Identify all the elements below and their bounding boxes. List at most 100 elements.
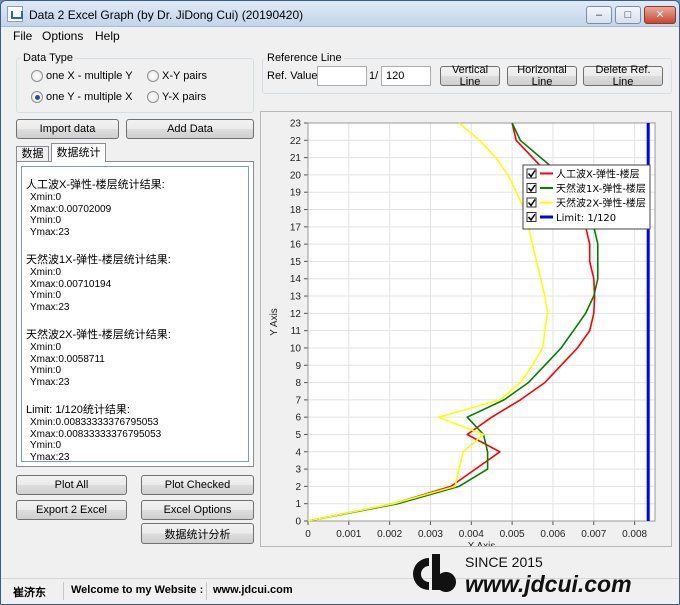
x-tick-label: 0.008 xyxy=(622,529,647,540)
tab-data[interactable]: 数据 xyxy=(16,146,49,162)
legend-label: 天然波1X-弹性-楼层 xyxy=(556,182,646,195)
x-tick-label: 0.002 xyxy=(377,529,402,540)
y-axis-label: Y Axis xyxy=(269,308,280,336)
y-tick-label: 18 xyxy=(290,205,302,216)
stat-line: Xmin:0 xyxy=(30,342,62,353)
status-separator xyxy=(63,582,64,600)
watermark-since: SINCE 2015 xyxy=(465,554,543,570)
menu-help[interactable]: Help xyxy=(95,29,120,43)
tab-panel: 人工波X-弹性-楼层统计结果: Xmin:0 Xmax:0.00702009 Y… xyxy=(16,161,254,467)
chart-panel: 0 1 2 3 4 5 6 7 8 9 10 11 12 13 14 15 16 17 18 19 20 21 22 23 0 0… xyxy=(260,111,672,552)
plot-all-button[interactable]: Plot All xyxy=(16,475,127,495)
legend-label: 天然波2X-弹性-楼层 xyxy=(556,197,646,210)
radio-label: Y-X pairs xyxy=(162,91,207,103)
minimize-button[interactable]: – xyxy=(586,6,612,24)
delete-ref-line-button[interactable]: Delete Ref. Line xyxy=(583,64,663,88)
stats-textbox[interactable]: 人工波X-弹性-楼层统计结果: Xmin:0 Xmax:0.00702009 Y… xyxy=(21,166,249,462)
cd-logo-mark xyxy=(413,554,456,592)
maximize-button[interactable]: □ xyxy=(615,6,641,24)
radio-y-x-pairs[interactable]: Y-X pairs xyxy=(147,91,206,103)
export-excel-button[interactable]: Export 2 Excel xyxy=(16,500,127,520)
stat-line: Xmax:0.0058711 xyxy=(30,353,105,365)
y-tick-label: 13 xyxy=(290,292,302,303)
y-tick-label: 21 xyxy=(290,153,302,164)
horizontal-line-button[interactable]: Horizontal Line xyxy=(507,64,577,88)
x-axis-label: X Axis xyxy=(468,541,496,546)
ratio-prefix: 1/ xyxy=(369,70,379,82)
radio-dot[interactable] xyxy=(31,70,43,82)
radio-dot[interactable] xyxy=(147,91,159,103)
y-tick-label: 8 xyxy=(295,378,301,389)
x-tick-label: 0.004 xyxy=(459,529,484,540)
y-tick-label: 3 xyxy=(295,465,301,476)
status-website-link[interactable]: www.jdcui.com xyxy=(213,584,293,596)
y-tick-label: 9 xyxy=(295,361,301,372)
x-tick-label: 0 xyxy=(305,529,311,540)
stat-line: Ymax:23 xyxy=(30,376,70,388)
menu-file[interactable]: File xyxy=(13,29,32,43)
status-author: 崔济东 xyxy=(13,587,46,599)
radio-one-x-multiple-y[interactable]: one X - multiple Y xyxy=(31,70,133,82)
x-tick-label: 0.007 xyxy=(581,529,606,540)
stat-line: Ymax:23 xyxy=(30,301,70,313)
y-tick-label: 19 xyxy=(290,188,302,199)
stat-line: Xmin:0 xyxy=(30,267,62,278)
tab-data-stats[interactable]: 数据统计 xyxy=(51,143,106,162)
y-tick-label: 11 xyxy=(291,326,302,337)
y-tick-label: 16 xyxy=(290,240,302,251)
close-button[interactable]: ✕ xyxy=(644,6,676,24)
status-welcome: Welcome to my Website : xyxy=(71,584,204,596)
watermark-logo: SINCE 2015 www.jdcui.com xyxy=(399,550,671,598)
y-tick-label: 5 xyxy=(295,430,301,441)
app-window: Data 2 Excel Graph (by Dr. JiDong Cui) (… xyxy=(0,0,680,605)
y-tick-label: 10 xyxy=(290,343,302,354)
y-tick-label: 1 xyxy=(295,499,301,510)
stat-line: Xmin:0 xyxy=(30,192,62,203)
ref-value-label: Ref. Value xyxy=(267,70,318,82)
radio-label: one Y - multiple X xyxy=(46,91,133,103)
reference-line-title: Reference Line xyxy=(265,52,344,64)
menu-options[interactable]: Options xyxy=(42,29,83,43)
watermark-svg: SINCE 2015 www.jdcui.com xyxy=(413,554,632,597)
stat-analysis-button[interactable]: 数据统计分析 xyxy=(141,523,254,544)
import-data-button[interactable]: Import data xyxy=(16,119,119,139)
x-tick-label: 0.005 xyxy=(500,529,525,540)
stat-block: Limit: 1/120统计结果: Xmin:0.008333333767950… xyxy=(26,404,244,461)
radio-x-y-pairs[interactable]: X-Y pairs xyxy=(147,70,207,82)
stat-line: Xmax:0.00710194 xyxy=(30,278,112,290)
y-tick-label: 15 xyxy=(290,257,302,268)
ratio-input[interactable]: 120 xyxy=(381,66,431,86)
plot-checked-button[interactable]: Plot Checked xyxy=(141,475,254,495)
radio-dot[interactable] xyxy=(147,70,159,82)
window-title: Data 2 Excel Graph (by Dr. JiDong Cui) (… xyxy=(29,8,304,22)
radio-one-y-multiple-x[interactable]: one Y - multiple X xyxy=(31,91,132,103)
legend-label: Limit: 1/120 xyxy=(556,213,616,224)
y-tick-label: 6 xyxy=(295,413,301,424)
stat-block: 人工波X-弹性-楼层统计结果: Xmin:0 Xmax:0.00702009 Y… xyxy=(26,179,244,238)
stat-block: 天然波1X-弹性-楼层统计结果: Xmin:0 Xmax:0.00710194 … xyxy=(26,254,244,313)
radio-label: X-Y pairs xyxy=(162,70,208,82)
y-tick-label: 0 xyxy=(295,517,301,528)
y-tick-label: 22 xyxy=(290,136,302,147)
menu-bar: File Options Help xyxy=(1,28,679,46)
y-tick-label: 4 xyxy=(295,447,301,458)
y-tick-label: 14 xyxy=(290,274,302,285)
stat-title: 天然波1X-弹性-楼层统计结果: xyxy=(26,254,171,266)
stat-line: Ymin:0 xyxy=(30,215,62,226)
stat-line: Xmax:0.00702009 xyxy=(30,203,112,215)
stat-line: Xmax:0.00833333376795053 xyxy=(30,428,162,440)
app-icon xyxy=(7,6,23,22)
stat-line: Ymin:0 xyxy=(30,365,62,376)
stat-line: Ymax:23 xyxy=(30,226,70,238)
stat-title: 人工波X-弹性-楼层统计结果: xyxy=(26,179,165,191)
y-tick-label: 2 xyxy=(295,482,301,493)
y-tick-label: 12 xyxy=(290,309,302,320)
y-tick-label: 23 xyxy=(290,119,302,130)
add-data-button[interactable]: Add Data xyxy=(126,119,254,139)
excel-options-button[interactable]: Excel Options xyxy=(141,500,254,520)
radio-dot-selected[interactable] xyxy=(31,91,43,103)
ref-value-input[interactable] xyxy=(317,66,367,86)
vertical-line-button[interactable]: Vertical Line xyxy=(440,64,500,88)
stat-block: 天然波2X-弹性-楼层统计结果: Xmin:0 Xmax:0.0058711 Y… xyxy=(26,329,244,388)
x-tick-label: 0.006 xyxy=(540,529,565,540)
